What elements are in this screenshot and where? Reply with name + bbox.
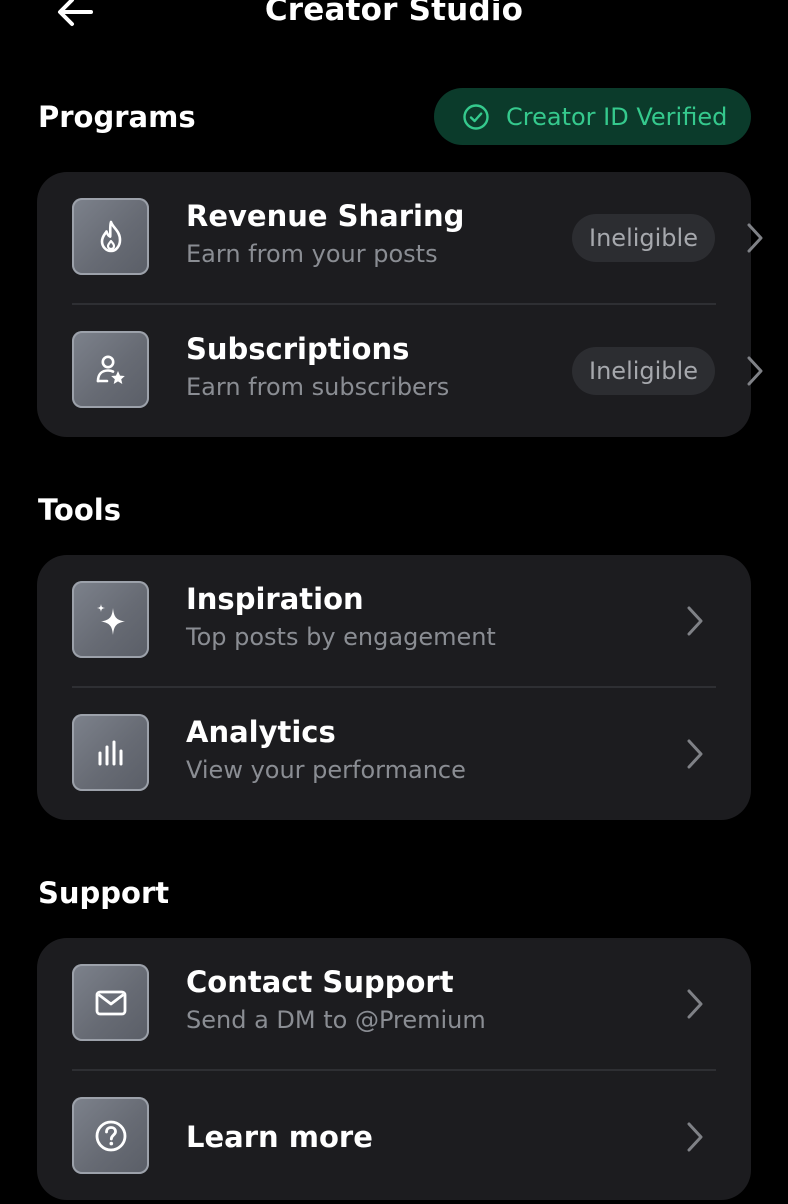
chevron-right-icon <box>682 734 708 774</box>
chevron-right-icon <box>742 218 768 258</box>
creator-id-verified-badge[interactable]: Creator ID Verified <box>434 88 751 145</box>
status-badge: Ineligible <box>572 214 715 262</box>
support-row-learn-more[interactable]: Learn more <box>37 1071 751 1204</box>
row-title: Contact Support <box>186 965 454 999</box>
section-title-programs: Programs <box>38 100 196 134</box>
tool-row-inspiration[interactable]: Inspiration Top posts by engagement <box>37 555 751 688</box>
row-subtitle: Earn from subscribers <box>186 373 450 401</box>
top-bar: Creator Studio <box>0 0 788 40</box>
row-subtitle: Send a DM to @Premium <box>186 1006 486 1034</box>
row-title: Learn more <box>186 1120 373 1154</box>
row-title: Subscriptions <box>186 332 410 366</box>
programs-card: Revenue Sharing Earn from your posts Ine… <box>37 172 763 438</box>
chevron-right-icon <box>742 351 768 391</box>
section-title-support: Support <box>38 876 170 910</box>
program-row-revenue-sharing[interactable]: Revenue Sharing Earn from your posts Ine… <box>37 172 763 305</box>
bar-chart-icon <box>72 714 149 791</box>
row-title: Revenue Sharing <box>186 199 465 233</box>
chevron-right-icon <box>682 1117 708 1157</box>
support-row-contact[interactable]: Contact Support Send a DM to @Premium <box>37 938 751 1071</box>
row-subtitle: Earn from your posts <box>186 240 438 268</box>
section-title-tools: Tools <box>38 493 121 527</box>
chevron-right-icon <box>682 984 708 1024</box>
status-badge: Ineligible <box>572 347 715 395</box>
tools-card: Inspiration Top posts by engagement Anal… <box>37 555 751 820</box>
row-title: Analytics <box>186 715 336 749</box>
person-star-icon <box>72 331 149 408</box>
row-subtitle: View your performance <box>186 756 466 784</box>
flame-icon <box>72 198 149 275</box>
question-icon <box>72 1097 149 1174</box>
verified-badge-label: Creator ID Verified <box>506 102 728 131</box>
row-subtitle: Top posts by engagement <box>186 623 496 651</box>
row-title: Inspiration <box>186 582 364 616</box>
check-circle-icon <box>463 103 489 130</box>
program-row-subscriptions[interactable]: Subscriptions Earn from subscribers Inel… <box>37 305 763 438</box>
sparkle-icon <box>72 581 149 658</box>
page-title: Creator Studio <box>264 0 524 28</box>
tool-row-analytics[interactable]: Analytics View your performance <box>37 688 751 821</box>
envelope-icon <box>72 964 149 1041</box>
support-card: Contact Support Send a DM to @Premium Le… <box>37 938 751 1200</box>
chevron-right-icon <box>682 601 708 641</box>
